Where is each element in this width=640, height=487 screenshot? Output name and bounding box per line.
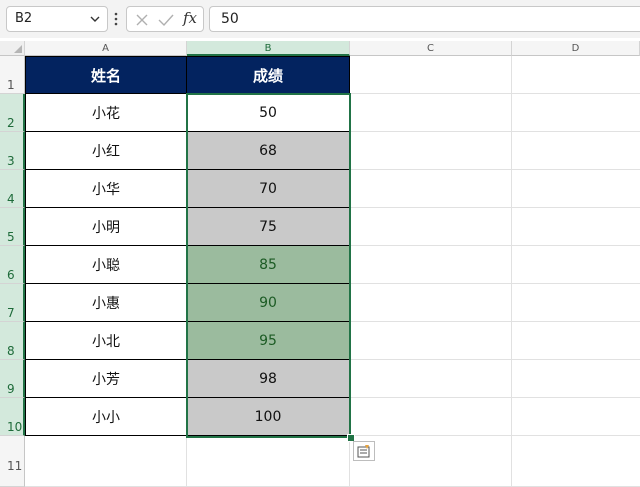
column-header-c[interactable]: C (350, 41, 512, 56)
quick-analysis-icon (357, 445, 370, 458)
formula-value: 50 (221, 11, 239, 27)
row-header-7[interactable]: 7 (0, 284, 25, 322)
score-cell[interactable]: 50 (187, 94, 350, 132)
chevron-down-icon[interactable] (89, 13, 101, 25)
row-header-2[interactable]: 2 (0, 94, 25, 132)
formula-controls: fx (126, 6, 204, 32)
score-cell[interactable]: 75 (187, 208, 350, 246)
name-cell[interactable]: 小惠 (25, 284, 187, 322)
row-number: 4 (7, 192, 15, 206)
row-header-11[interactable]: 11 (0, 436, 25, 487)
score-cell[interactable]: 100 (187, 398, 350, 436)
name-cell[interactable]: 小华 (25, 170, 187, 208)
column-header-a[interactable]: A (25, 41, 187, 56)
name-cell[interactable]: 小花 (25, 94, 187, 132)
name-box-value: B2 (15, 11, 33, 26)
row-number: 11 (7, 459, 23, 473)
header-cell-name[interactable]: 姓名 (25, 56, 187, 94)
score-cell[interactable]: 95 (187, 322, 350, 360)
name-cell[interactable]: 小芳 (25, 360, 187, 398)
gridline-column (511, 56, 512, 487)
row-number: 10 (7, 420, 23, 434)
row-header-8[interactable]: 8 (0, 322, 25, 360)
row-header-3[interactable]: 3 (0, 132, 25, 170)
row-number: 9 (7, 382, 15, 396)
score-cell[interactable]: 98 (187, 360, 350, 398)
quick-analysis-button[interactable] (353, 441, 375, 461)
row-number: 3 (7, 154, 15, 168)
row-header-1[interactable]: 1 (0, 56, 25, 94)
name-cell[interactable]: 小红 (25, 132, 187, 170)
row-number: 8 (7, 344, 15, 358)
cancel-icon[interactable] (135, 13, 149, 27)
name-cell[interactable]: 小聪 (25, 246, 187, 284)
row-header-5[interactable]: 5 (0, 208, 25, 246)
row-number: 1 (7, 78, 15, 92)
name-cell[interactable]: 小小 (25, 398, 187, 436)
name-box[interactable]: B2 (6, 6, 108, 32)
more-options-icon[interactable] (113, 10, 119, 28)
row-header-10[interactable]: 10 (0, 398, 25, 436)
row-header-9[interactable]: 9 (0, 360, 25, 398)
select-all-button[interactable] (0, 41, 25, 56)
row-number: 6 (7, 268, 15, 282)
column-header-b[interactable]: B (187, 41, 350, 56)
row-header-6[interactable]: 6 (0, 246, 25, 284)
formula-input[interactable]: 50 (209, 6, 640, 32)
select-all-triangle-icon (14, 45, 22, 53)
column-header-d[interactable]: D (512, 41, 640, 56)
check-icon[interactable] (158, 13, 174, 27)
row-number: 5 (7, 230, 15, 244)
row-number: 2 (7, 116, 15, 130)
score-cell[interactable]: 70 (187, 170, 350, 208)
score-cell[interactable]: 68 (187, 132, 350, 170)
header-cell-score[interactable]: 成绩 (186, 56, 350, 94)
insert-function-icon[interactable]: fx (183, 9, 197, 27)
name-cell[interactable]: 小明 (25, 208, 187, 246)
score-cell[interactable]: 90 (187, 284, 350, 322)
formula-bar: B2 fx 50 (0, 0, 640, 38)
name-cell[interactable]: 小北 (25, 322, 187, 360)
row-header-4[interactable]: 4 (0, 170, 25, 208)
row-number: 7 (7, 306, 15, 320)
score-cell[interactable]: 85 (187, 246, 350, 284)
